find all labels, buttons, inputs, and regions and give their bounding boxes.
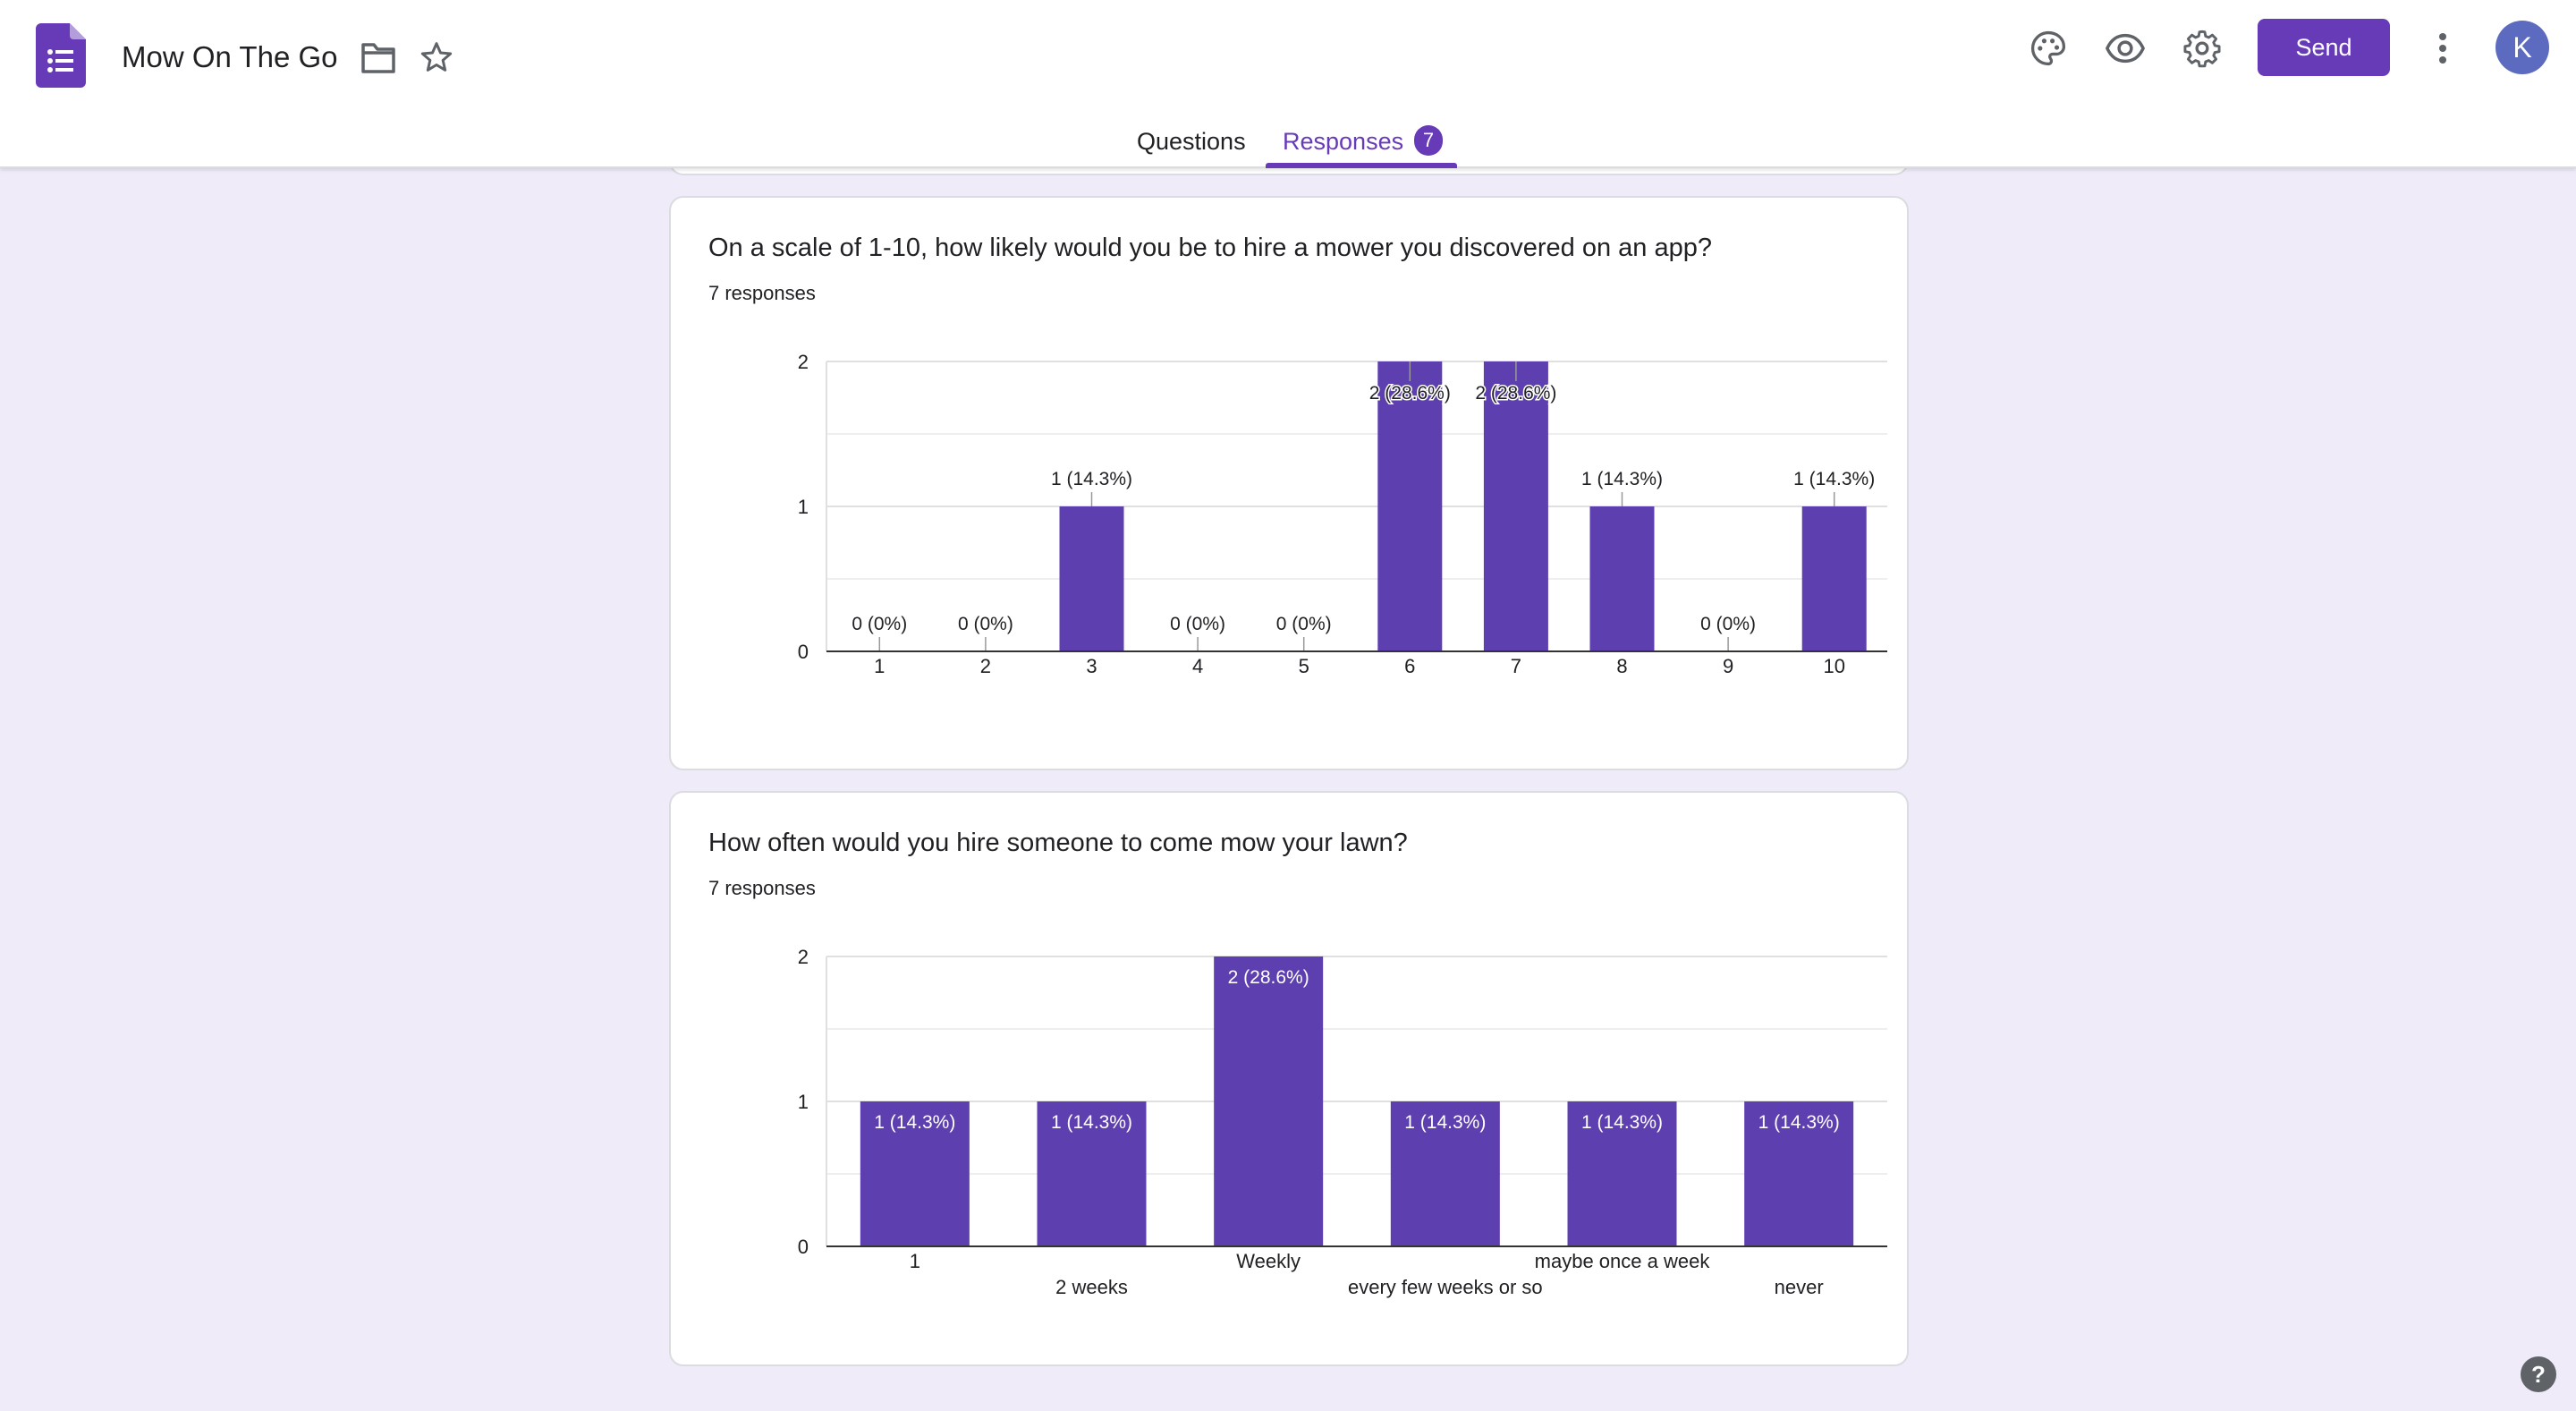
folder-icon[interactable]: [358, 38, 399, 79]
data-label: 0 (0%): [1276, 614, 1332, 634]
bar: [1059, 506, 1124, 651]
tab-bar: Questions Responses 7: [0, 116, 2576, 168]
question-summary-card: On a scale of 1-10, how likely would you…: [669, 196, 1909, 770]
responses-count-badge: 7: [1414, 125, 1443, 156]
tab-questions[interactable]: Questions: [1137, 123, 1246, 159]
palette-icon[interactable]: [2025, 25, 2072, 72]
bar: [1589, 506, 1655, 651]
bar-chart: 0 1 2 1 (14.3%) 1 1 (14.3%) 2 weeks 2 (28.6%) We…: [798, 946, 1887, 1298]
tab-responses[interactable]: Responses: [1283, 123, 1403, 159]
bar: [1377, 361, 1443, 651]
y-tick-label: 2: [798, 946, 809, 968]
x-tick-label: 2 weeks: [1055, 1276, 1128, 1298]
data-label: 1 (14.3%): [874, 1112, 955, 1133]
x-tick-label: 2: [980, 655, 991, 677]
x-tick-label: Weekly: [1236, 1250, 1301, 1272]
data-label: 0 (0%): [852, 614, 907, 634]
document-title[interactable]: Mow On The Go: [122, 36, 338, 79]
y-tick-label: 1: [798, 496, 809, 518]
data-label: 1 (14.3%): [1051, 1112, 1132, 1133]
x-tick-label: 7: [1511, 655, 1521, 677]
send-button[interactable]: Send: [2258, 19, 2390, 76]
forms-logo-icon[interactable]: [36, 23, 86, 88]
data-label: 1 (14.3%): [1051, 469, 1132, 489]
x-tick-label: 8: [1616, 655, 1627, 677]
bar-chart: 0 1 2 0 (0%) 1 0 (0%) 2 1 (14.3%) 3 0 (0%) 4 0 (0%)…: [798, 351, 1887, 677]
data-label: 2 (28.6%): [1475, 383, 1556, 404]
x-tick-label: 4: [1192, 655, 1203, 677]
data-label: 1 (14.3%): [1758, 1112, 1840, 1133]
bar: [1801, 506, 1867, 651]
y-tick-label: 0: [798, 641, 809, 663]
y-tick-label: 2: [798, 351, 809, 373]
bar: [1214, 956, 1324, 1246]
active-tab-indicator: [1266, 163, 1457, 168]
data-label: 0 (0%): [958, 614, 1013, 634]
help-icon[interactable]: ?: [2521, 1356, 2556, 1392]
gear-icon[interactable]: [2179, 25, 2225, 72]
data-label: 1 (14.3%): [1404, 1112, 1486, 1133]
y-tick-label: 1: [798, 1091, 809, 1113]
data-label: 2 (28.6%): [1228, 967, 1309, 988]
y-tick-label: 0: [798, 1236, 809, 1258]
x-tick-label: 9: [1723, 655, 1733, 677]
x-tick-label: 5: [1299, 655, 1309, 677]
data-label: 0 (0%): [1170, 614, 1225, 634]
data-label: 1 (14.3%): [1793, 469, 1875, 489]
star-icon[interactable]: [415, 36, 458, 79]
data-label: 1 (14.3%): [1581, 469, 1663, 489]
x-tick-label: never: [1775, 1276, 1824, 1298]
x-tick-label: maybe once a week: [1535, 1250, 1711, 1272]
app-header: Mow On The Go Send K Questions Responses…: [0, 0, 2576, 168]
x-tick-label: 10: [1823, 655, 1844, 677]
bar: [1483, 361, 1548, 651]
x-tick-label: every few weeks or so: [1348, 1276, 1543, 1298]
x-tick-label: 1: [910, 1250, 920, 1272]
account-avatar[interactable]: K: [2496, 21, 2549, 74]
data-label: 1 (14.3%): [1581, 1112, 1663, 1133]
x-tick-label: 6: [1404, 655, 1415, 677]
x-tick-label: 1: [874, 655, 885, 677]
more-vert-icon[interactable]: [2422, 25, 2463, 72]
eye-icon[interactable]: [2102, 25, 2148, 72]
data-label: 0 (0%): [1700, 614, 1756, 634]
x-tick-label: 3: [1086, 655, 1097, 677]
data-label: 2 (28.6%): [1369, 383, 1451, 404]
question-summary-card: How often would you hire someone to come…: [669, 791, 1909, 1366]
